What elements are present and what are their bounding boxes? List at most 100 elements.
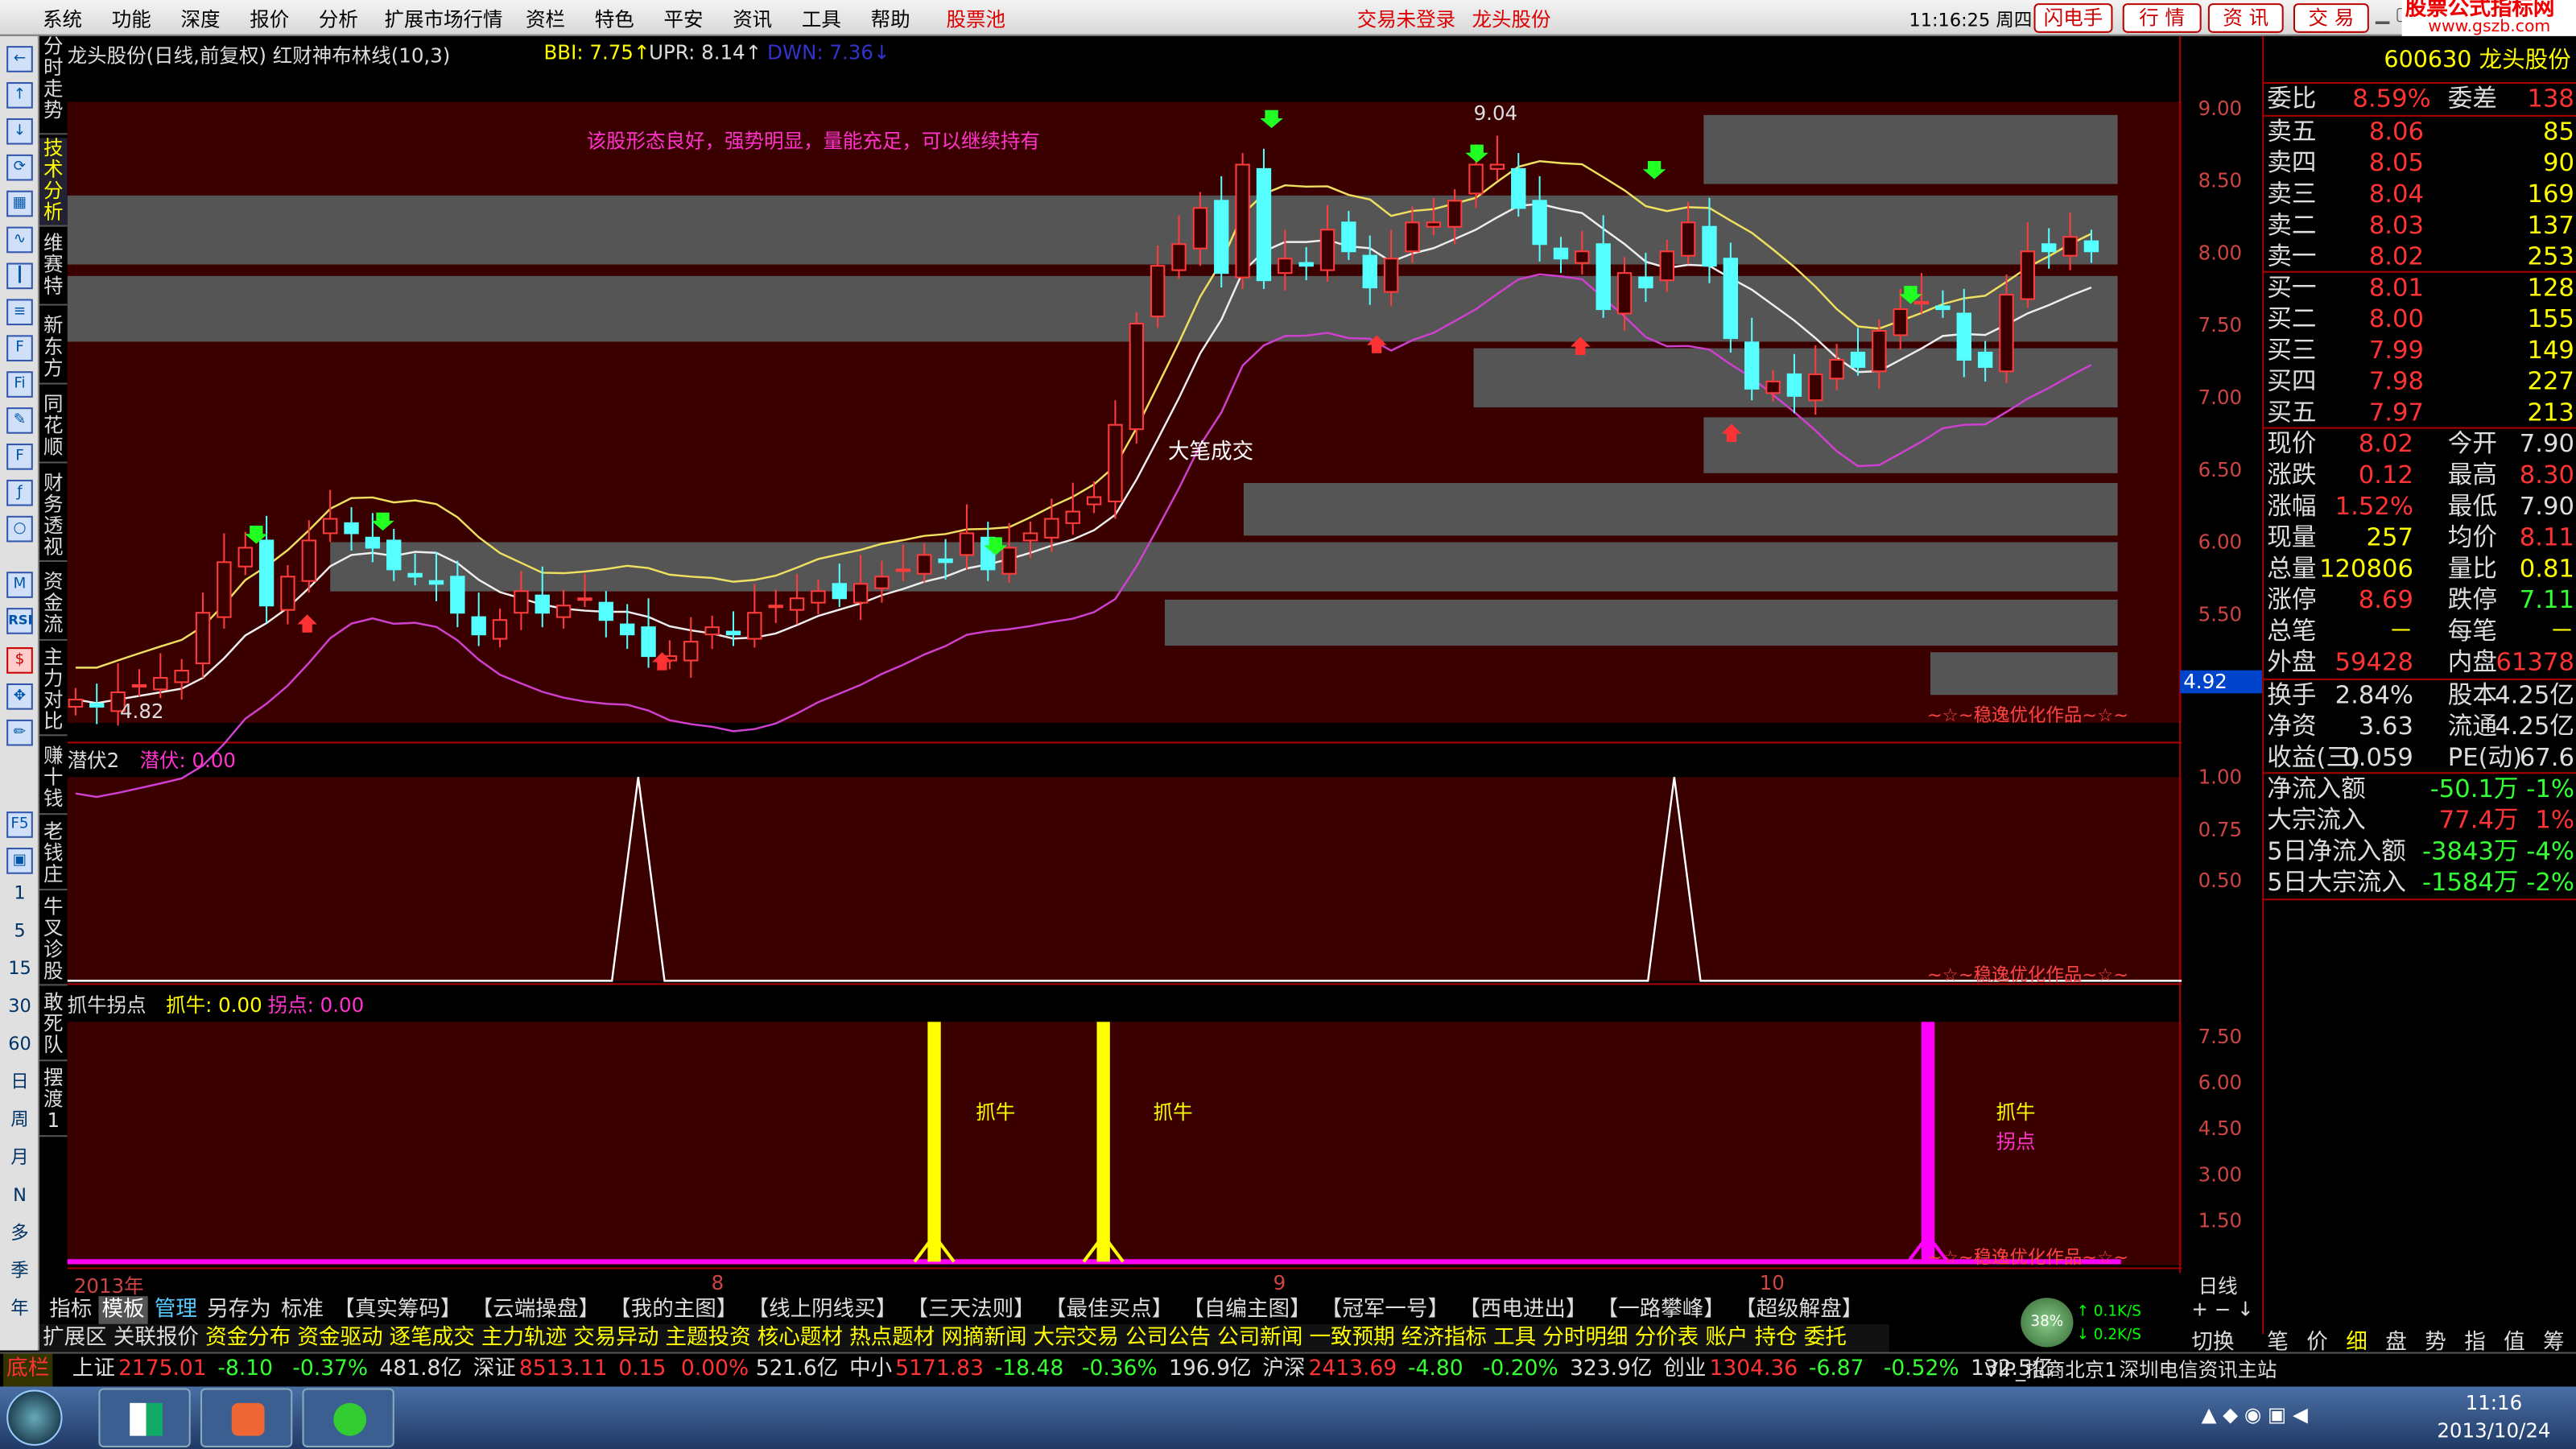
trade-button[interactable]: 交 易 <box>2293 3 2369 33</box>
extension-tab[interactable]: 资金分布 <box>205 1324 291 1352</box>
tab-finance[interactable]: 财务透视 <box>39 473 68 562</box>
quote-tab[interactable]: 指 <box>2464 1324 2486 1356</box>
market-button[interactable]: 行 情 <box>2122 3 2202 33</box>
stock-name-link[interactable]: 龙头股份 <box>1472 5 1551 33</box>
save-icon[interactable]: ▣ <box>6 848 33 874</box>
tab-baidu1[interactable]: 摆渡1 <box>39 1067 68 1137</box>
tab-xindongfang[interactable]: 新东方 <box>39 315 68 385</box>
grid-icon[interactable]: ▦ <box>6 190 33 217</box>
extension-tab[interactable]: 主力轨迹 <box>481 1324 567 1352</box>
period-15min[interactable]: 15 <box>0 950 39 988</box>
period-day[interactable]: 日 <box>0 1063 39 1100</box>
extension-tab[interactable]: 分价表 <box>1635 1324 1699 1352</box>
circle-icon[interactable]: ○ <box>6 515 33 543</box>
list-icon[interactable]: ≡ <box>6 299 33 326</box>
menu-item-tools[interactable]: 工具 <box>802 5 841 33</box>
extension-tab[interactable]: 网摘新闻 <box>941 1324 1026 1352</box>
back-arrow-icon[interactable]: ← <box>6 46 33 72</box>
menu-item-news[interactable]: 资讯 <box>733 5 772 33</box>
extension-tab[interactable]: 关联报价 <box>114 1324 199 1352</box>
indicator-tab[interactable]: 【三天法则】 <box>903 1296 1038 1324</box>
menu-item-special[interactable]: 特色 <box>595 5 634 33</box>
indicator-tab[interactable]: 【真实筹码】 <box>330 1296 464 1324</box>
move-icon[interactable]: ✥ <box>6 683 33 710</box>
indicator-tab[interactable]: 【西电进出】 <box>1455 1296 1590 1324</box>
fin-icon[interactable]: Fi <box>6 371 33 398</box>
quote-tab[interactable]: 价 <box>2306 1324 2328 1356</box>
menu-item-depth[interactable]: 深度 <box>180 5 220 33</box>
indicator-tab[interactable]: 【最佳买点】 <box>1042 1296 1176 1324</box>
stock-pool-link[interactable]: 股票池 <box>947 5 1006 33</box>
period-1min[interactable]: 1 <box>0 874 39 912</box>
info-button[interactable]: 资 讯 <box>2207 3 2284 33</box>
menu-item-function[interactable]: 功能 <box>112 5 151 33</box>
tab-technical[interactable]: 技术分析 <box>39 137 68 227</box>
f10-icon[interactable]: F <box>6 335 33 361</box>
period-season[interactable]: 季 <box>0 1252 39 1290</box>
quote-tab[interactable]: 盘 <box>2385 1324 2407 1356</box>
tab-main-compare[interactable]: 主力对比 <box>39 646 68 737</box>
indicator-tab[interactable]: 管理 <box>151 1296 200 1324</box>
taskbar-app-3[interactable] <box>302 1388 394 1447</box>
start-button[interactable] <box>6 1389 63 1446</box>
tab-tonghuashun[interactable]: 同花顺 <box>39 394 68 464</box>
indicator-tab[interactable]: 另存为 <box>204 1296 275 1324</box>
quote-tab[interactable]: 值 <box>2504 1324 2525 1356</box>
extension-tab[interactable]: 资金驱动 <box>297 1324 382 1352</box>
line-chart-icon[interactable]: ∿ <box>6 226 33 254</box>
extension-tab[interactable]: 热点题材 <box>849 1324 935 1352</box>
period-5min[interactable]: 5 <box>0 912 39 950</box>
indicator-tab[interactable]: 【云端操盘】 <box>469 1296 603 1324</box>
tab-intraday[interactable]: 分时走势 <box>39 35 68 135</box>
period-week[interactable]: 周 <box>0 1100 39 1138</box>
extension-tab[interactable]: 经济指标 <box>1402 1324 1487 1352</box>
pencil-icon[interactable]: ✏ <box>6 719 33 746</box>
flash-trade-button[interactable]: 闪电手 <box>2033 3 2113 33</box>
period-n[interactable]: N <box>0 1176 39 1214</box>
menu-item-column[interactable]: 资栏 <box>526 5 565 33</box>
extension-tab[interactable]: 核心题材 <box>758 1324 843 1352</box>
quote-tab[interactable]: 笔 <box>2267 1324 2289 1356</box>
period-month[interactable]: 月 <box>0 1138 39 1176</box>
dollar-icon[interactable]: $ <box>6 647 33 674</box>
tab-capital-flow[interactable]: 资金流 <box>39 571 68 641</box>
indicator-tab[interactable]: 【超级解盘】 <box>1732 1296 1866 1324</box>
extension-tab[interactable]: 扩展区 <box>43 1324 107 1352</box>
extension-tab[interactable]: 交易异动 <box>573 1324 658 1352</box>
formula-icon[interactable]: ƒ <box>6 479 33 506</box>
tab-niucha[interactable]: 牛叉诊股 <box>39 896 68 986</box>
extension-tab[interactable]: 持仓 <box>1755 1324 1798 1352</box>
indicator-tab[interactable]: 【冠军一号】 <box>1318 1296 1452 1324</box>
tab-gansidui[interactable]: 敢死队 <box>39 992 68 1062</box>
period-multi[interactable]: 多 <box>0 1214 39 1252</box>
up-arrow-icon[interactable]: ↑ <box>6 82 33 109</box>
f5-icon[interactable]: F5 <box>6 811 33 838</box>
menu-item-quote[interactable]: 报价 <box>250 5 289 33</box>
indicator-tab[interactable]: 【自编主图】 <box>1179 1296 1314 1324</box>
menu-item-system[interactable]: 系统 <box>43 5 82 33</box>
extension-tab[interactable]: 逐笔成交 <box>390 1324 475 1352</box>
tab-laoqianzhuang[interactable]: 老钱庄 <box>39 820 68 891</box>
refresh-icon[interactable]: ⟳ <box>6 154 33 181</box>
indicator-tab[interactable]: 指标 <box>46 1296 95 1324</box>
quote-tab[interactable]: 筹 <box>2543 1324 2565 1356</box>
quote-tab[interactable]: 势 <box>2425 1324 2446 1356</box>
tab-weisaite[interactable]: 维赛特 <box>39 233 68 306</box>
period-year[interactable]: 年 <box>0 1290 39 1327</box>
taskbar-app-2[interactable] <box>200 1388 293 1447</box>
quote-tab[interactable]: 细 <box>2346 1324 2368 1356</box>
menu-item-extended-market[interactable]: 扩展市场行情 <box>385 5 503 33</box>
extension-tab[interactable]: 账户 <box>1705 1324 1748 1352</box>
chart-area[interactable]: 龙头股份(日线,前复权) 红财神布林线(10,3) BBI: 7.75↑ UPR… <box>67 35 2263 1298</box>
indicator-tab[interactable]: 标准 <box>278 1296 327 1324</box>
extension-tab[interactable]: 大宗交易 <box>1034 1324 1119 1352</box>
indicator-tab[interactable]: 【一路攀峰】 <box>1594 1296 1728 1324</box>
down-arrow-icon[interactable]: ↓ <box>6 118 33 145</box>
extension-tab[interactable]: 一致预期 <box>1310 1324 1395 1352</box>
taskbar-app-1[interactable] <box>98 1388 191 1447</box>
zoom-controls[interactable]: + − ↓ <box>2191 1298 2253 1321</box>
extension-tab[interactable]: 公司新闻 <box>1217 1324 1302 1352</box>
menu-item-analysis[interactable]: 分析 <box>319 5 358 33</box>
extension-tab[interactable]: 主题投资 <box>666 1324 751 1352</box>
f12-icon[interactable]: F <box>6 444 33 470</box>
